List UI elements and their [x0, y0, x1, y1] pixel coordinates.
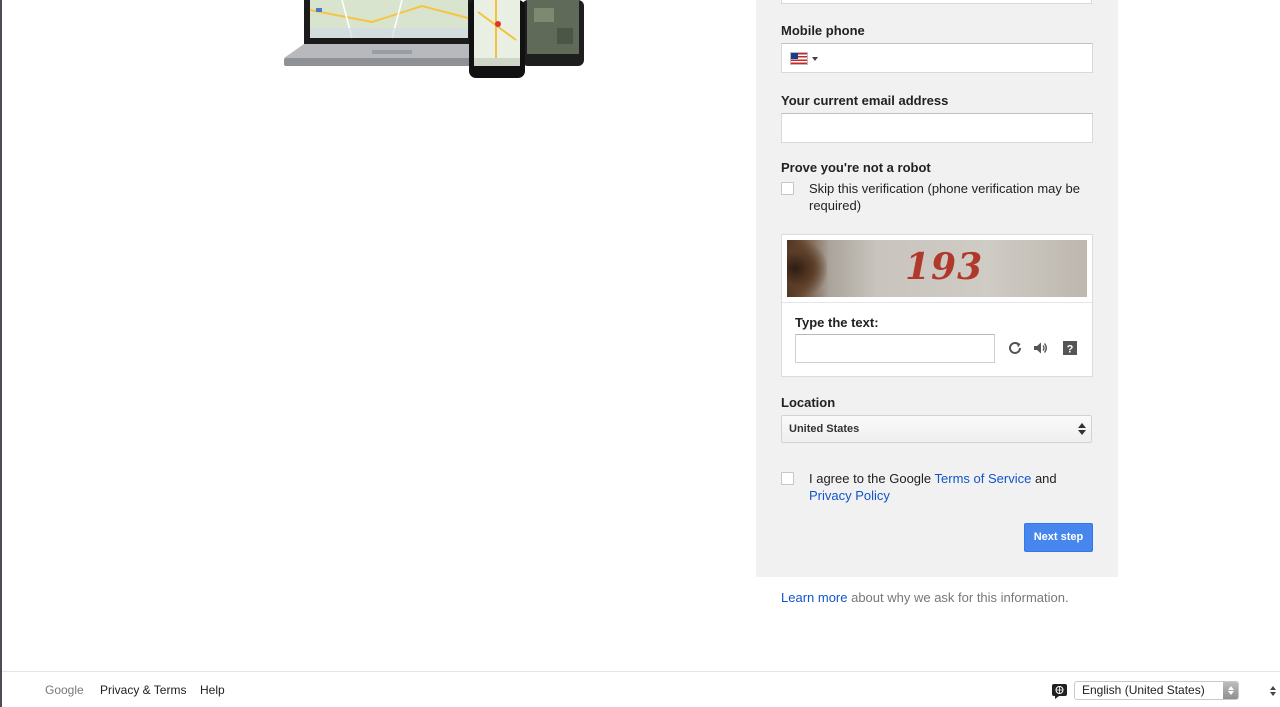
scroll-arrows-icon[interactable] [1270, 686, 1276, 696]
signup-form-panel: Mobile phone Your current email address … [756, 0, 1118, 577]
location-label: Location [781, 395, 836, 410]
captcha-box: 193 Type the text: ? [781, 234, 1093, 377]
agree-terms-checkbox[interactable] [781, 472, 794, 485]
captcha-code: 193 [905, 246, 984, 288]
captcha-label: Type the text: [795, 315, 879, 330]
terms-of-service-link[interactable]: Terms of Service [935, 471, 1032, 486]
captcha-input[interactable] [795, 334, 995, 363]
select-arrows-icon [1223, 682, 1238, 699]
us-flag-icon [790, 52, 808, 65]
skip-verification-checkbox[interactable] [781, 182, 794, 195]
location-select[interactable]: United States [781, 415, 1092, 443]
footer-help-link[interactable]: Help [200, 683, 225, 697]
mobile-phone-input[interactable] [781, 43, 1093, 73]
mobile-phone-label: Mobile phone [781, 23, 865, 38]
robot-label: Prove you're not a robot [781, 160, 931, 175]
location-value: United States [789, 423, 860, 435]
country-code-picker[interactable] [790, 52, 818, 65]
agree-terms-text: I agree to the Google Terms of Service a… [809, 470, 1099, 504]
learn-more-text: about why we ask for this information. [847, 590, 1069, 605]
footer-google-link[interactable]: Google [45, 683, 84, 697]
learn-more-note: Learn more about why we ask for this inf… [781, 590, 1069, 605]
captcha-image: 193 [787, 240, 1087, 297]
skip-verification-text: Skip this verification (phone verificati… [809, 181, 1080, 213]
select-arrows-icon [1078, 423, 1086, 435]
privacy-policy-link[interactable]: Privacy Policy [809, 488, 890, 503]
email-label: Your current email address [781, 93, 949, 108]
page: Mobile phone Your current email address … [0, 0, 1280, 707]
language-value: English (United States) [1082, 683, 1205, 697]
previous-field-edge [781, 0, 1092, 4]
chevron-down-icon [812, 56, 818, 61]
help-icon[interactable]: ? [1061, 339, 1079, 357]
language-select[interactable]: English (United States) [1074, 681, 1239, 700]
agree-prefix: I agree to the Google [809, 471, 935, 486]
devices-illustration [284, 0, 584, 78]
refresh-icon[interactable] [1006, 339, 1024, 357]
footer-privacy-terms-link[interactable]: Privacy & Terms [100, 683, 186, 697]
svg-text:?: ? [1067, 344, 1074, 356]
agree-and: and [1031, 471, 1057, 486]
next-step-button[interactable]: Next step [1024, 523, 1093, 552]
language-chat-icon [1052, 684, 1067, 699]
audio-icon[interactable] [1031, 339, 1049, 357]
footer: Google Privacy & Terms Help English (Uni… [2, 671, 1280, 707]
learn-more-link[interactable]: Learn more [781, 590, 847, 605]
email-input[interactable] [781, 113, 1093, 143]
